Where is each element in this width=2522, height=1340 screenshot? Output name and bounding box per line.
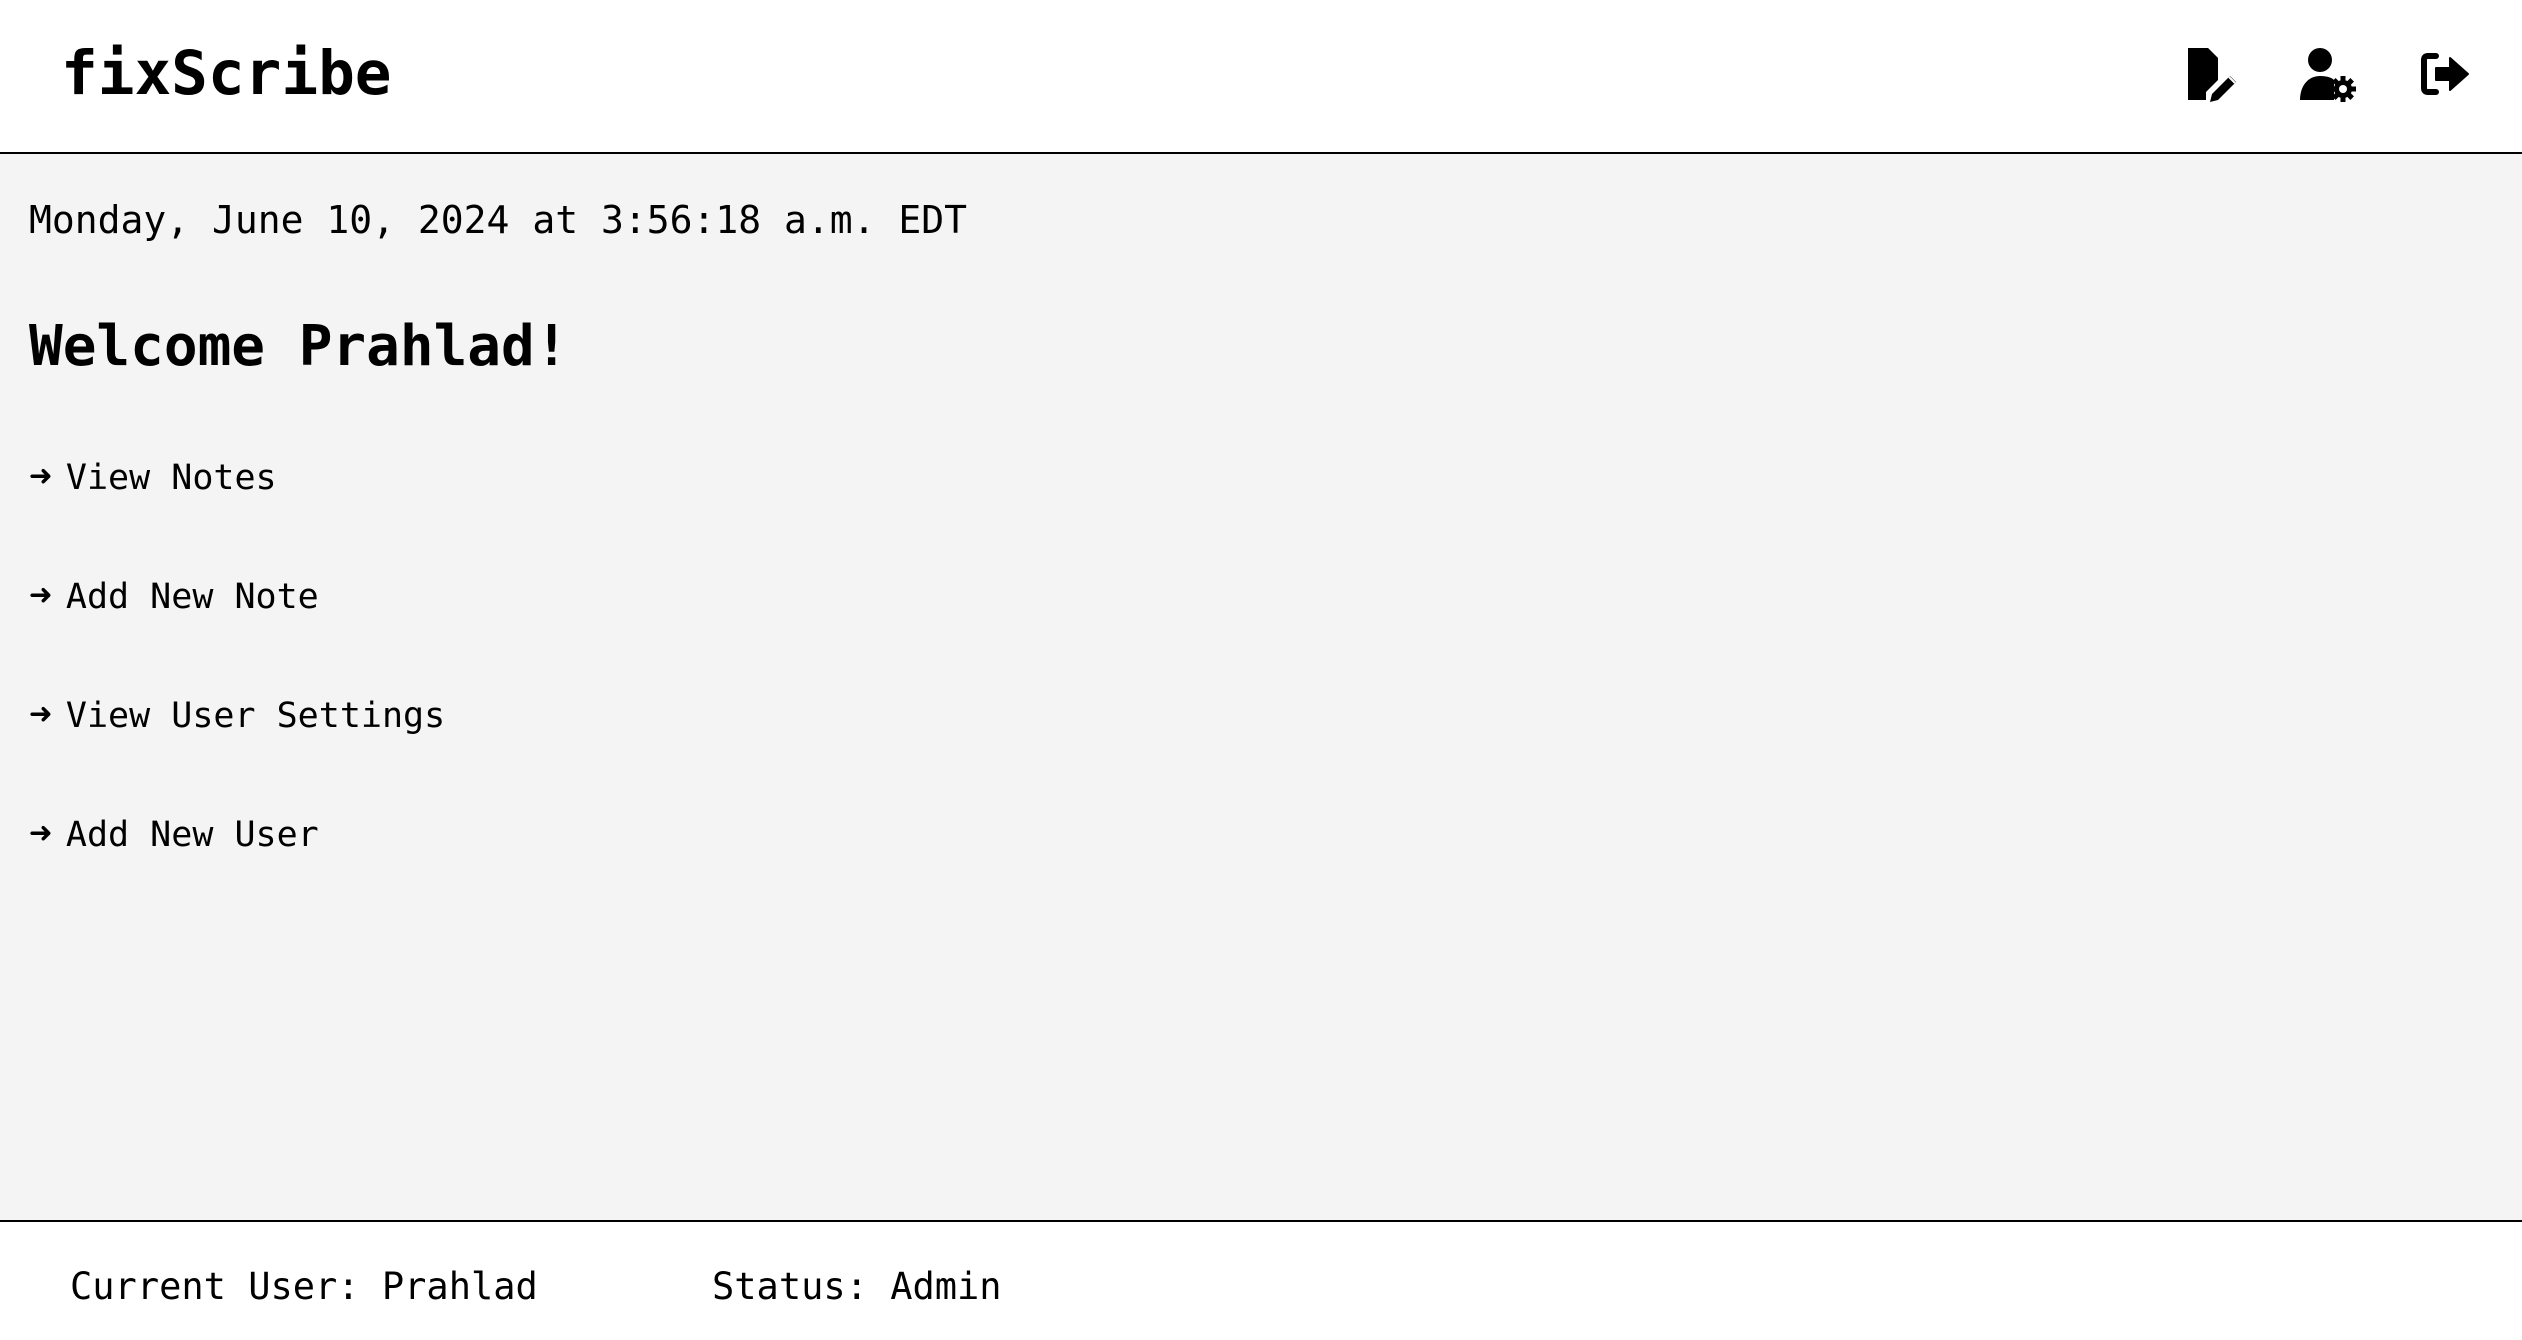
app-footer: Current User: Prahlad Status: Admin	[0, 1220, 2522, 1340]
current-user-text: Current User: Prahlad	[70, 1265, 538, 1308]
user-settings-icon[interactable]	[2300, 46, 2356, 102]
view-notes-label[interactable]: View Notes	[66, 458, 277, 498]
arrow-right-icon: ➜	[29, 811, 52, 855]
view-notes-link[interactable]: ➜ View Notes	[29, 454, 277, 500]
user-status-text: Status: Admin	[712, 1265, 1002, 1308]
arrow-right-icon: ➜	[29, 454, 52, 498]
arrow-right-icon: ➜	[29, 573, 52, 617]
logout-icon[interactable]	[2418, 46, 2474, 102]
view-user-settings-label[interactable]: View User Settings	[66, 696, 445, 736]
add-new-note-link[interactable]: ➜ Add New Note	[29, 573, 319, 619]
add-new-user-link[interactable]: ➜ Add New User	[29, 811, 319, 857]
add-new-note-label[interactable]: Add New Note	[66, 577, 319, 617]
welcome-heading: Welcome Prahlad!	[29, 314, 569, 379]
app-header: fixScribe	[0, 0, 2522, 154]
notes-icon[interactable]	[2182, 46, 2238, 102]
add-new-user-label[interactable]: Add New User	[66, 815, 319, 855]
view-user-settings-link[interactable]: ➜ View User Settings	[29, 692, 445, 738]
arrow-right-icon: ➜	[29, 692, 52, 736]
current-datetime: Monday, June 10, 2024 at 3:56:18 a.m. ED…	[29, 198, 967, 242]
brand-logo-link[interactable]: fixScribe	[61, 38, 392, 110]
main-content: Monday, June 10, 2024 at 3:56:18 a.m. ED…	[0, 154, 2522, 1220]
